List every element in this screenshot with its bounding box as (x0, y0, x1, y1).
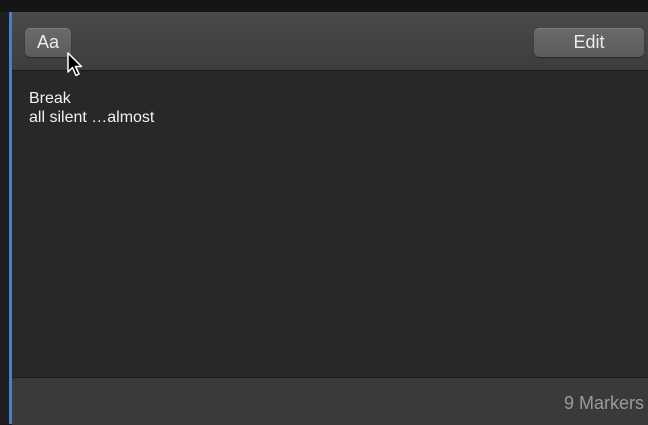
markers-window: Aa Edit Break all silent …almost 9 Marke… (0, 0, 648, 425)
marker-title: Break (29, 90, 71, 107)
toolbar: Aa Edit (12, 12, 648, 71)
left-gutter (0, 12, 9, 424)
marker-count: 9 Markers (563, 393, 644, 413)
marker-text-area[interactable]: Break all silent …almost (12, 71, 648, 377)
status-bar: 9 Markers (12, 377, 648, 425)
mouse-pointer-icon (67, 52, 83, 77)
marker-description: all silent …almost (29, 109, 155, 126)
window-top-edge (0, 0, 648, 12)
edit-button[interactable]: Edit (534, 28, 644, 57)
font-button[interactable]: Aa (25, 28, 71, 57)
